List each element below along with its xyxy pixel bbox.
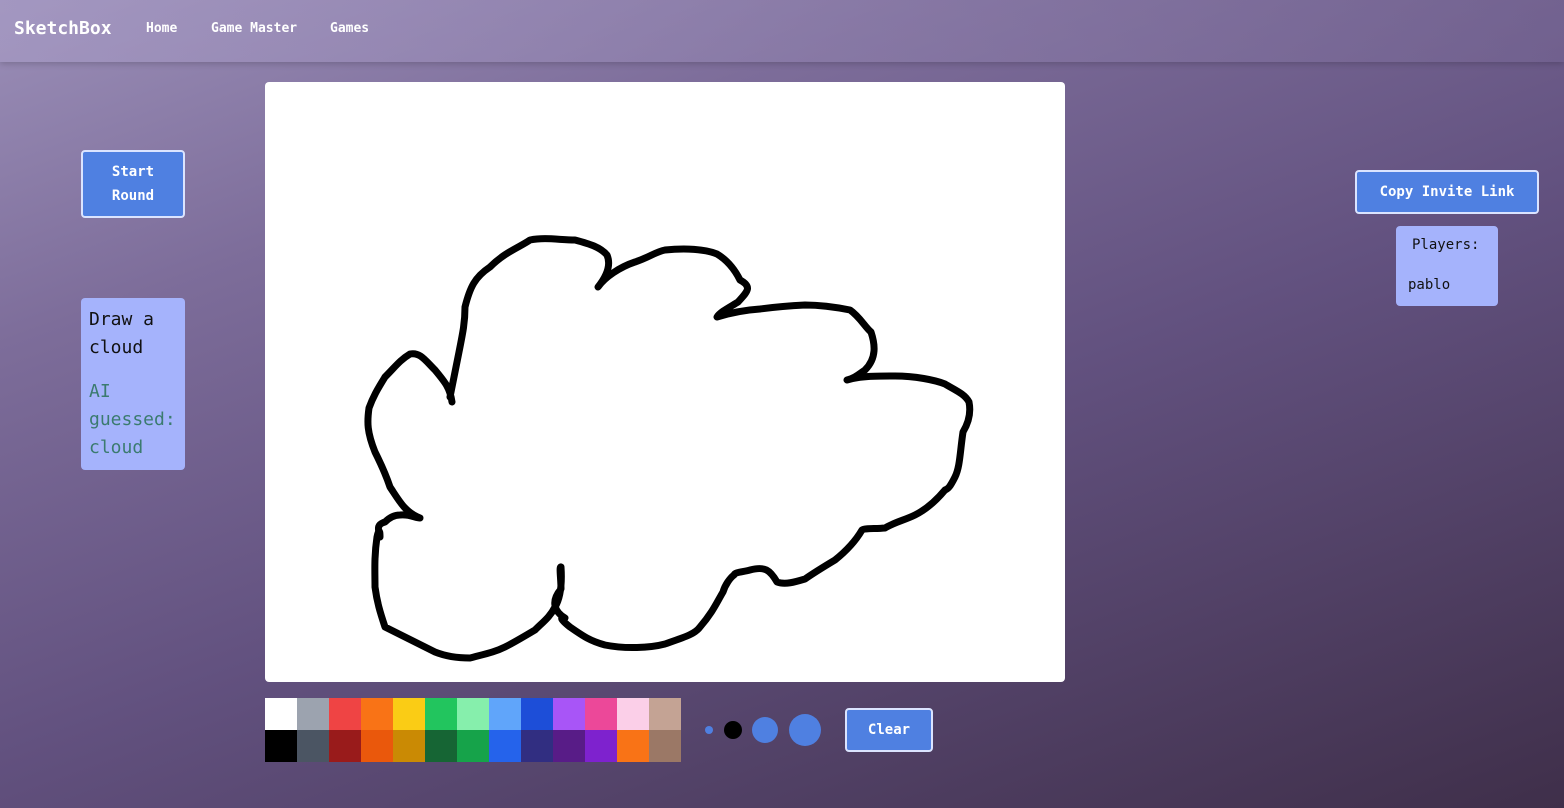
clear-button[interactable]: Clear bbox=[845, 708, 933, 752]
color-swatch-bottom-4[interactable] bbox=[393, 730, 425, 762]
drawing-canvas[interactable] bbox=[265, 82, 1065, 682]
prompt-line1: Draw a bbox=[89, 309, 155, 330]
color-swatch-top-7[interactable] bbox=[489, 698, 521, 730]
color-swatch-top-0[interactable] bbox=[265, 698, 297, 730]
start-round-label-line1: Start bbox=[111, 164, 155, 180]
color-swatch-top-10[interactable] bbox=[585, 698, 617, 730]
color-swatch-top-12[interactable] bbox=[649, 698, 681, 730]
color-swatch-bottom-12[interactable] bbox=[649, 730, 681, 762]
color-swatch-bottom-9[interactable] bbox=[553, 730, 585, 762]
brush-size-small[interactable] bbox=[705, 726, 713, 734]
color-swatch-top-11[interactable] bbox=[617, 698, 649, 730]
color-swatch-bottom-5[interactable] bbox=[425, 730, 457, 762]
color-swatch-top-8[interactable] bbox=[521, 698, 553, 730]
navbar: SketchBox Home Game Master Games bbox=[0, 0, 1564, 62]
color-swatch-bottom-11[interactable] bbox=[617, 730, 649, 762]
cloud-stroke bbox=[364, 235, 974, 662]
prompt-card: Draw a cloud AI guessed: cloud bbox=[81, 298, 185, 470]
brand-logo[interactable]: SketchBox bbox=[14, 18, 112, 39]
color-swatch-bottom-7[interactable] bbox=[489, 730, 521, 762]
nav-link-games[interactable]: Games bbox=[330, 21, 369, 36]
player-name: pablo bbox=[1408, 277, 1451, 293]
color-swatch-bottom-8[interactable] bbox=[521, 730, 553, 762]
color-swatch-bottom-1[interactable] bbox=[297, 730, 329, 762]
nav-link-game-master[interactable]: Game Master bbox=[211, 21, 297, 36]
start-round-label-line2: Round bbox=[111, 188, 155, 204]
color-swatch-top-1[interactable] bbox=[297, 698, 329, 730]
color-swatch-bottom-10[interactable] bbox=[585, 730, 617, 762]
color-swatch-bottom-3[interactable] bbox=[361, 730, 393, 762]
color-swatch-bottom-0[interactable] bbox=[265, 730, 297, 762]
copy-invite-link-button[interactable]: Copy Invite Link bbox=[1355, 170, 1539, 214]
drawing-strokes bbox=[364, 235, 974, 662]
prompt-line2: cloud bbox=[89, 337, 144, 358]
nav-link-home[interactable]: Home bbox=[146, 21, 177, 36]
color-swatch-top-4[interactable] bbox=[393, 698, 425, 730]
players-title: Players: bbox=[1412, 237, 1480, 253]
ai-guess-line2: guessed: bbox=[89, 409, 176, 430]
players-panel: Players: pablo bbox=[1396, 226, 1498, 306]
ai-guess-line3: cloud bbox=[89, 437, 144, 458]
color-swatch-top-5[interactable] bbox=[425, 698, 457, 730]
color-swatch-top-9[interactable] bbox=[553, 698, 585, 730]
brush-size-xlarge[interactable] bbox=[789, 714, 821, 746]
color-palette bbox=[265, 698, 681, 762]
color-swatch-bottom-2[interactable] bbox=[329, 730, 361, 762]
brush-size-medium-selected[interactable] bbox=[724, 721, 742, 739]
color-swatch-bottom-6[interactable] bbox=[457, 730, 489, 762]
ai-guess-line1: AI bbox=[89, 381, 111, 402]
color-swatch-top-2[interactable] bbox=[329, 698, 361, 730]
brush-size-large[interactable] bbox=[752, 717, 778, 743]
color-swatch-top-6[interactable] bbox=[457, 698, 489, 730]
color-swatch-top-3[interactable] bbox=[361, 698, 393, 730]
start-round-button[interactable]: Start Round bbox=[81, 150, 185, 218]
